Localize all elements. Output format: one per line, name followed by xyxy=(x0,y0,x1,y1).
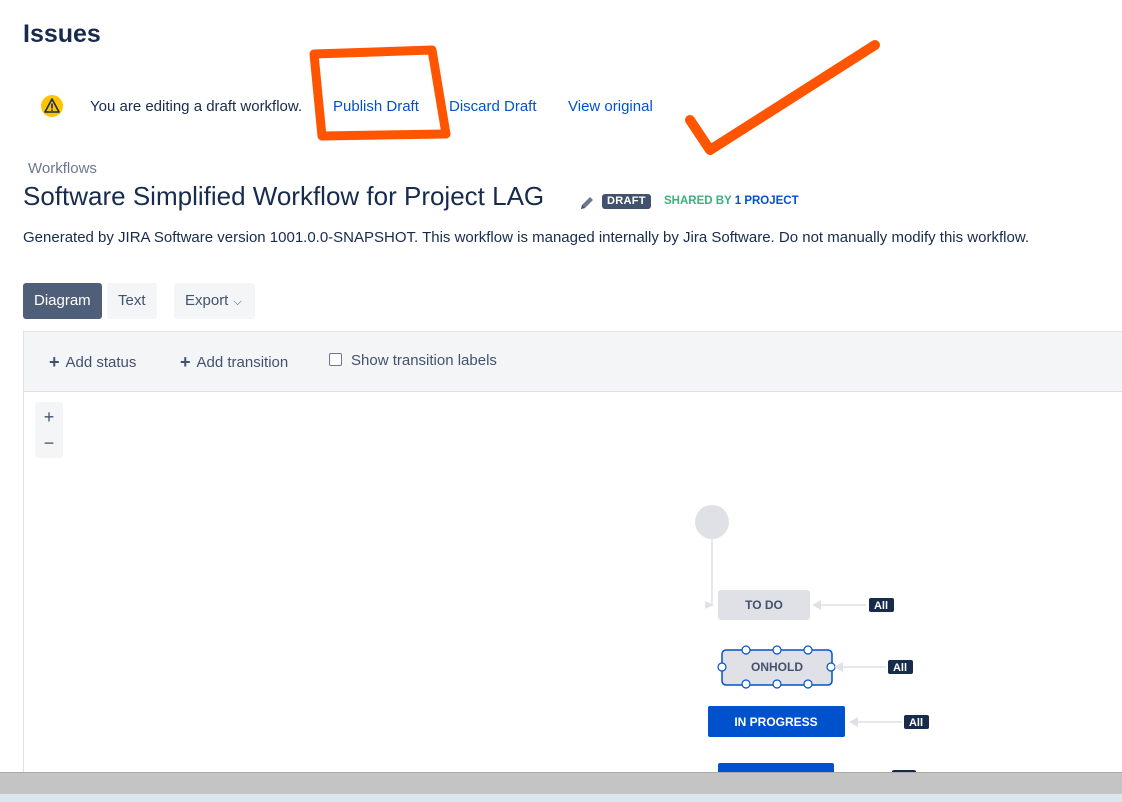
horizontal-scrollbar[interactable] xyxy=(0,772,1122,795)
draft-message: You are editing a draft workflow. xyxy=(90,98,303,115)
view-original-link[interactable]: View original xyxy=(568,98,653,115)
export-button[interactable]: Export ⌵ xyxy=(174,283,255,319)
diagram-tab-button[interactable]: Diagram xyxy=(23,283,102,319)
all-badge-label: All xyxy=(874,600,888,612)
all-badge-label: All xyxy=(893,662,907,674)
breadcrumb[interactable]: Workflows xyxy=(28,160,97,177)
global-transition-arrow xyxy=(849,717,858,727)
chevron-down-icon: ⌵ xyxy=(233,296,242,308)
warning-icon xyxy=(41,95,63,117)
draft-warning-bar: You are editing a draft workflow. Publis… xyxy=(40,94,740,118)
workflow-editor: + Add status + Add transition Show transit… xyxy=(23,331,1122,791)
text-tab-button[interactable]: Text xyxy=(107,283,157,319)
status-label-onhold: ONHOLD xyxy=(751,660,803,674)
page-title: Issues xyxy=(23,20,101,48)
publish-draft-link[interactable]: Publish Draft xyxy=(333,98,419,115)
status-label-todo: TO DO xyxy=(745,598,783,612)
global-transition-arrow xyxy=(812,600,821,610)
status-label-in-progress: IN PROGRESS xyxy=(734,715,817,729)
global-transition-arrow xyxy=(834,662,843,672)
initial-state[interactable] xyxy=(695,505,729,539)
workflow-title: Software Simplified Workflow for Project… xyxy=(23,181,545,211)
workflow-diagram: TO DO All ONHOLD All IN PROGRESS All xyxy=(695,505,929,772)
window-bottom-edge xyxy=(0,794,1122,802)
draft-lozenge: DRAFT xyxy=(602,194,651,209)
export-label: Export xyxy=(185,292,229,309)
shared-by-projects[interactable]: SHARED BY 1 PROJECT xyxy=(664,195,799,207)
shared-prefix: SHARED BY xyxy=(664,195,732,207)
discard-draft-link[interactable]: Discard Draft xyxy=(449,98,537,115)
status-node-partial[interactable] xyxy=(718,763,834,772)
pencil-icon[interactable] xyxy=(579,195,595,211)
all-badge-label: All xyxy=(909,717,923,729)
annotation-rectangle xyxy=(309,45,451,141)
shared-project-count[interactable]: 1 PROJECT xyxy=(735,195,799,207)
workflow-description: Generated by JIRA Software version 1001.… xyxy=(23,229,1029,246)
